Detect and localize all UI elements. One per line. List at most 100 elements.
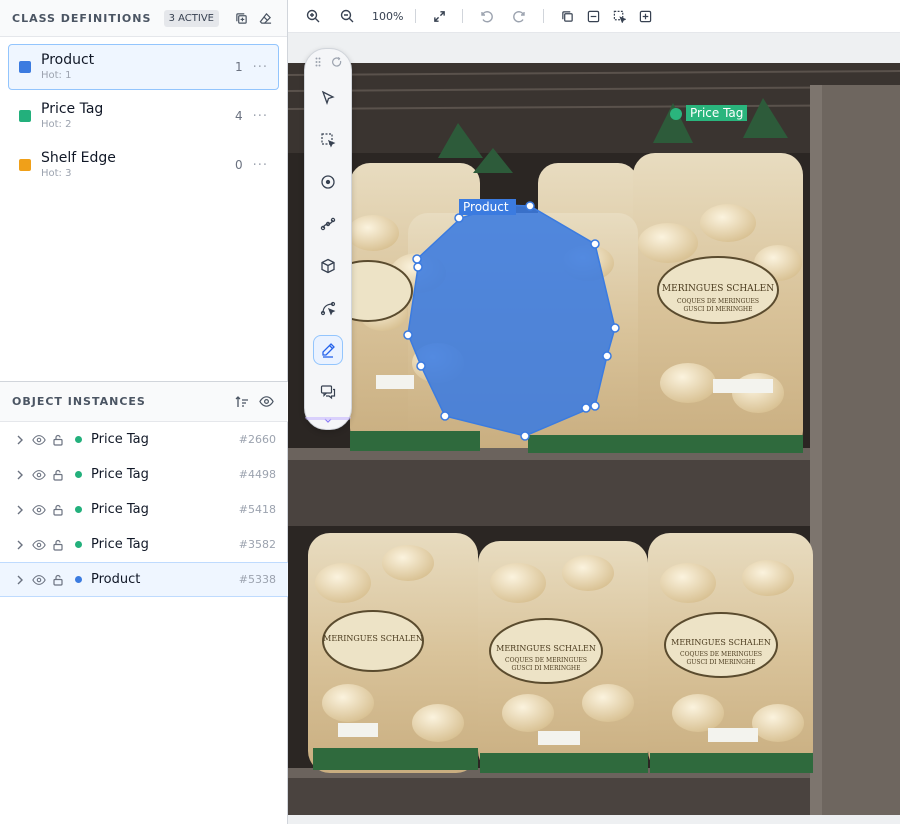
class-definitions-header: CLASS DEFINITIONS 3 ACTIVE	[0, 0, 287, 37]
class-item-shelf-edge[interactable]: Shelf Edge Hot: 3 0 ···	[8, 142, 279, 188]
visibility-icon[interactable]	[256, 392, 276, 412]
chevron-right-icon[interactable]	[12, 537, 28, 553]
label-brand-text: MERINGUES SCHALEN	[323, 634, 423, 643]
fit-screen-icon[interactable]	[428, 5, 450, 27]
instance-row[interactable]: Price Tag #2660	[0, 422, 288, 457]
annotation-app: CLASS DEFINITIONS 3 ACTIVE Product Hot: …	[0, 0, 900, 824]
zoom-in-icon[interactable]	[302, 5, 324, 27]
polyline-icon[interactable]	[313, 209, 343, 239]
instance-row[interactable]: Price Tag #4498	[0, 457, 288, 492]
instance-color-dot	[75, 576, 82, 583]
instance-list: Price Tag #2660 Price Tag #4498 Price Ta…	[0, 422, 288, 597]
box-select-icon[interactable]	[313, 125, 343, 155]
redo-icon[interactable]	[509, 5, 531, 27]
point-icon[interactable]	[313, 167, 343, 197]
price-tag-annotation-label: Price Tag	[686, 105, 748, 121]
label-brand-text: MERINGUES SCHALEN	[671, 638, 771, 647]
undo-icon[interactable]	[475, 5, 497, 27]
instance-label: Price Tag	[91, 502, 149, 517]
select-area-icon[interactable]	[608, 5, 630, 27]
drag-handle-icon[interactable]	[315, 57, 321, 70]
chevron-right-icon[interactable]	[12, 502, 28, 518]
eraser-icon[interactable]	[255, 8, 275, 28]
eye-icon[interactable]	[31, 572, 47, 588]
instance-label: Price Tag	[91, 432, 149, 447]
product-photo: MERINGUES SCHALEN COQUES DE MERINGUES GU…	[288, 63, 900, 815]
instance-row[interactable]: Product #5338	[0, 562, 288, 597]
class-count: 4	[234, 109, 243, 123]
toolbar-divider	[462, 9, 464, 23]
instance-color-dot	[75, 541, 82, 548]
unlock-icon[interactable]	[50, 467, 66, 483]
chevron-right-icon[interactable]	[12, 467, 28, 483]
class-count: 0	[234, 158, 243, 172]
label-line2-text: GUSCI DI MERINGHE	[512, 665, 581, 672]
instance-label: Product	[91, 572, 141, 587]
active-count-badge: 3 ACTIVE	[163, 9, 219, 27]
instance-color-dot	[75, 471, 82, 478]
instance-id: #2660	[238, 433, 276, 446]
eye-icon[interactable]	[31, 432, 47, 448]
class-item-product[interactable]: Product Hot: 1 1 ···	[8, 44, 279, 90]
instance-row[interactable]: Price Tag #3582	[0, 527, 288, 562]
more-options-icon[interactable]: ···	[253, 60, 268, 75]
instance-id: #5338	[238, 573, 276, 586]
class-count: 1	[234, 60, 243, 74]
instance-id: #4498	[238, 468, 276, 481]
label-line1-text: COQUES DE MERINGUES	[505, 657, 587, 664]
object-instances-title: OBJECT INSTANCES	[12, 395, 146, 408]
class-hotkey: Hot: 1	[41, 70, 72, 81]
pen-icon[interactable]	[313, 335, 343, 365]
duplicate-icon[interactable]	[231, 8, 251, 28]
add-square-icon[interactable]	[634, 5, 656, 27]
instance-color-dot	[75, 436, 82, 443]
product-annotation-label: Product	[459, 199, 516, 215]
eye-icon[interactable]	[31, 502, 47, 518]
label-brand-text: MERINGUES SCHALEN	[496, 644, 596, 653]
class-hotkey: Hot: 2	[41, 119, 72, 130]
eye-icon[interactable]	[31, 467, 47, 483]
minus-square-icon[interactable]	[582, 5, 604, 27]
sort-icon[interactable]	[232, 392, 252, 412]
zoom-level: 100%	[372, 9, 404, 23]
class-name: Product	[41, 52, 95, 68]
class-item-price-tag[interactable]: Price Tag Hot: 2 4 ···	[8, 93, 279, 139]
instance-row[interactable]: Price Tag #5418	[0, 492, 288, 527]
class-name: Shelf Edge	[41, 150, 116, 166]
annotation-canvas[interactable]: MERINGUES SCHALEN COQUES DE MERINGUES GU…	[288, 33, 900, 824]
class-definitions-title: CLASS DEFINITIONS	[12, 11, 152, 25]
unlock-icon[interactable]	[50, 432, 66, 448]
instance-label: Price Tag	[91, 467, 149, 482]
tool-palette	[304, 48, 352, 430]
cuboid-icon[interactable]	[313, 251, 343, 281]
class-color-swatch	[19, 159, 31, 171]
comment-icon[interactable]	[313, 377, 343, 407]
unlock-icon[interactable]	[50, 502, 66, 518]
chevron-right-icon[interactable]	[12, 432, 28, 448]
eye-icon[interactable]	[31, 537, 47, 553]
instance-id: #5418	[238, 503, 276, 516]
class-color-swatch	[19, 61, 31, 73]
class-name: Price Tag	[41, 101, 104, 117]
zoom-out-icon[interactable]	[336, 5, 358, 27]
label-line2-text: GUSCI DI MERINGHE	[687, 659, 756, 666]
toolbar-divider	[543, 9, 545, 23]
rotate-icon[interactable]	[332, 56, 342, 70]
class-hotkey: Hot: 3	[41, 168, 72, 179]
copy-icon[interactable]	[556, 5, 578, 27]
chevron-right-icon[interactable]	[12, 572, 28, 588]
instance-color-dot	[75, 506, 82, 513]
toolbar-divider	[415, 9, 417, 23]
label-line1-text: COQUES DE MERINGUES	[677, 298, 759, 305]
path-icon[interactable]	[313, 293, 343, 323]
pointer-icon[interactable]	[313, 83, 343, 113]
product-polygon-annotation[interactable]	[407, 204, 616, 437]
unlock-icon[interactable]	[50, 537, 66, 553]
price-tag-point[interactable]	[670, 108, 682, 120]
more-options-icon[interactable]: ···	[253, 158, 268, 173]
more-options-icon[interactable]: ···	[253, 109, 268, 124]
label-line1-text: COQUES DE MERINGUES	[680, 651, 762, 658]
unlock-icon[interactable]	[50, 572, 66, 588]
label-line2-text: GUSCI DI MERINGHE	[684, 306, 753, 313]
instance-label: Price Tag	[91, 537, 149, 552]
